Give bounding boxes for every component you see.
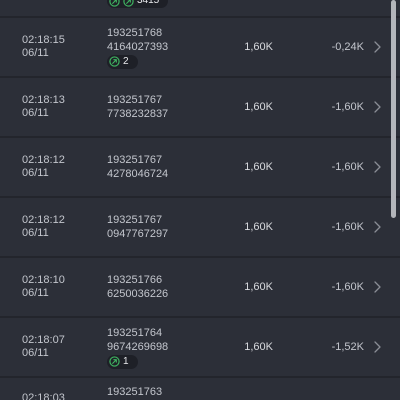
profit-amount: -1,60K [331,281,364,293]
time: 02:18:10 [22,274,65,286]
transaction-ids: 193251767 7738232837 [107,78,168,136]
transaction-ids: 193251764 9674269698 1 [107,318,168,376]
stake-amount: 1,60K [244,41,273,53]
transaction-list: 3415 02:18:15 06/11 193251768 4164027393… [0,0,400,400]
cashout-badge: 2 [107,54,138,69]
chevron-right-icon [374,161,381,173]
arrow-circle-icon [109,56,120,67]
cashout-badge-container: 3415 [107,0,169,10]
stake-amount: 1,60K [244,281,273,293]
profit-amount: -1,52K [331,341,364,353]
chevron-right-icon [374,101,381,113]
transaction-id: 193251767 [107,94,163,106]
badge-count: 1 [123,355,129,367]
timestamp: 02:18:13 06/11 [22,78,65,136]
stake-amount: 1,60K [244,221,273,233]
transaction-row[interactable]: 02:18:07 06/11 193251764 9674269698 1 1,… [0,318,400,376]
chevron-right-icon [374,41,381,53]
transaction-row[interactable]: 02:18:03 193251763 [0,378,400,400]
date: 06/11 [22,107,49,119]
badge-count: 2 [123,55,129,67]
transaction-row[interactable]: 02:18:15 06/11 193251768 4164027393 2 1,… [0,18,400,76]
transaction-ids: 193251767 0947767297 [107,198,168,256]
profit-amount: -0,24K [331,41,364,53]
time: 02:18:07 [22,334,65,346]
date: 06/11 [22,347,49,359]
transaction-ids: 193251766 6250036226 [107,258,168,316]
reference-number: 4164027393 [107,40,169,53]
chevron-right-icon [374,221,381,233]
chevron-right-icon [374,341,381,353]
profit-amount: -1,60K [331,221,364,233]
reference-number: 4278046724 [107,168,169,180]
transaction-row[interactable]: 02:18:12 06/11 193251767 0947767297 1,60… [0,198,400,256]
transaction-ids: 193251768 4164027393 2 [107,18,168,76]
date: 06/11 [22,227,49,239]
cashout-badge: 3415 [107,0,169,8]
date: 06/11 [22,47,49,59]
timestamp: 02:18:12 06/11 [22,138,65,196]
transaction-id: 193251763 [107,386,163,398]
stake-amount: 1,60K [244,101,273,113]
transaction-id: 193251768 [107,26,163,39]
transaction-row[interactable]: 02:18:10 06/11 193251766 6250036226 1,60… [0,258,400,316]
date: 06/11 [22,287,49,299]
date: 06/11 [22,167,49,179]
profit-amount: -1,60K [331,161,364,173]
arrow-circle-icon [123,0,134,7]
reference-number: 0947767297 [107,228,169,240]
scrollbar-thumb[interactable] [391,0,396,218]
profit-amount: -1,60K [331,101,364,113]
time: 02:18:15 [22,34,65,46]
reference-number: 6250036226 [107,288,169,300]
reference-number: 7738232837 [107,108,169,120]
stake-amount: 1,60K [244,341,273,353]
reference-number: 9674269698 [107,340,169,353]
transaction-row[interactable]: 02:18:12 06/11 193251767 4278046724 1,60… [0,138,400,196]
time: 02:18:03 [22,392,65,400]
transaction-id: 193251764 [107,326,163,339]
arrow-circle-icon [109,0,120,7]
transaction-id: 193251767 [107,214,163,226]
timestamp: 02:18:07 06/11 [22,318,65,376]
transaction-row[interactable]: 02:18:13 06/11 193251767 7738232837 1,60… [0,78,400,136]
transaction-row[interactable]: 3415 [0,0,400,16]
timestamp: 02:18:10 06/11 [22,258,65,316]
time: 02:18:12 [22,154,65,166]
timestamp: 02:18:12 06/11 [22,198,65,256]
transaction-id: 193251767 [107,154,163,166]
badge-count: 3415 [137,0,160,6]
arrow-circle-icon [109,356,120,367]
cashout-badge: 1 [107,354,138,369]
time: 02:18:13 [22,94,65,106]
timestamp: 02:18:15 06/11 [22,18,65,76]
chevron-right-icon [374,281,381,293]
transaction-ids: 193251767 4278046724 [107,138,168,196]
time: 02:18:12 [22,214,65,226]
stake-amount: 1,60K [244,161,273,173]
transaction-id: 193251766 [107,274,163,286]
